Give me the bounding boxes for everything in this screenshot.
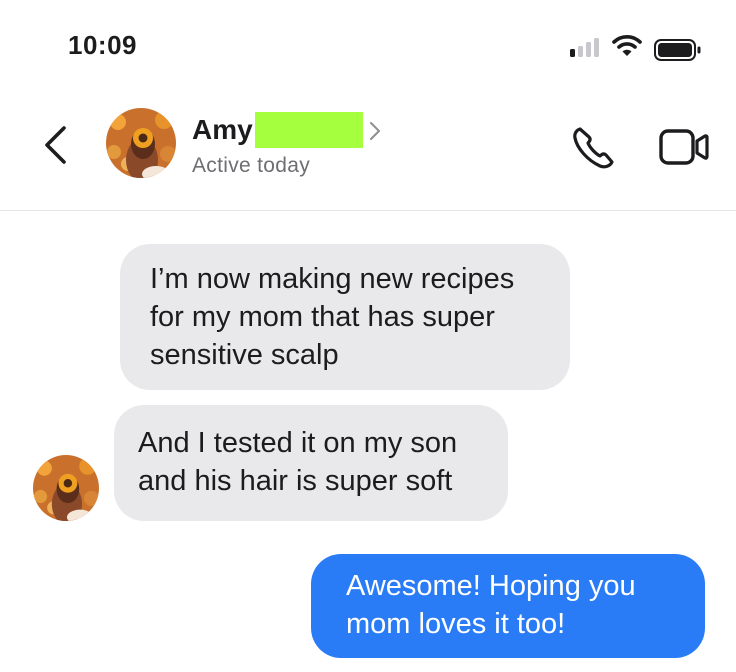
message-line: I’m now making new recipes [150, 263, 515, 295]
contact-status: Active today [192, 154, 310, 177]
status-time: 10:09 [68, 30, 137, 60]
sender-avatar[interactable] [33, 455, 99, 521]
phone-icon[interactable] [570, 124, 618, 172]
message-bubble-incoming[interactable]: I’m now making new recipes for my mom th… [120, 244, 570, 390]
signal-icon [570, 38, 599, 57]
redaction-block [254, 112, 363, 148]
message-line: Awesome! Hoping you [346, 570, 636, 602]
contact-name: Amy [192, 114, 253, 145]
chevron-right-icon [369, 122, 380, 140]
message-line: for my mom that has super [150, 301, 495, 333]
chevron-left-icon[interactable] [40, 124, 70, 166]
message-line: And I tested it on my son [138, 427, 458, 459]
battery-icon [654, 39, 701, 61]
wifi-icon [612, 35, 642, 56]
message-line: mom loves it too! [346, 608, 566, 640]
message-line: and his hair is super soft [138, 465, 453, 497]
status-bar: 10:09 [0, 0, 736, 90]
contact-avatar[interactable] [106, 108, 176, 178]
message-bubble-incoming[interactable]: And I tested it on my son and his hair i… [114, 405, 508, 521]
conversation-header: Amy Active today [0, 96, 736, 211]
message-line: sensitive scalp [150, 339, 339, 371]
video-camera-icon[interactable] [658, 128, 710, 166]
message-bubble-outgoing[interactable]: Awesome! Hoping you mom loves it too! [311, 554, 705, 658]
contact-name-row[interactable]: Amy [192, 112, 381, 148]
